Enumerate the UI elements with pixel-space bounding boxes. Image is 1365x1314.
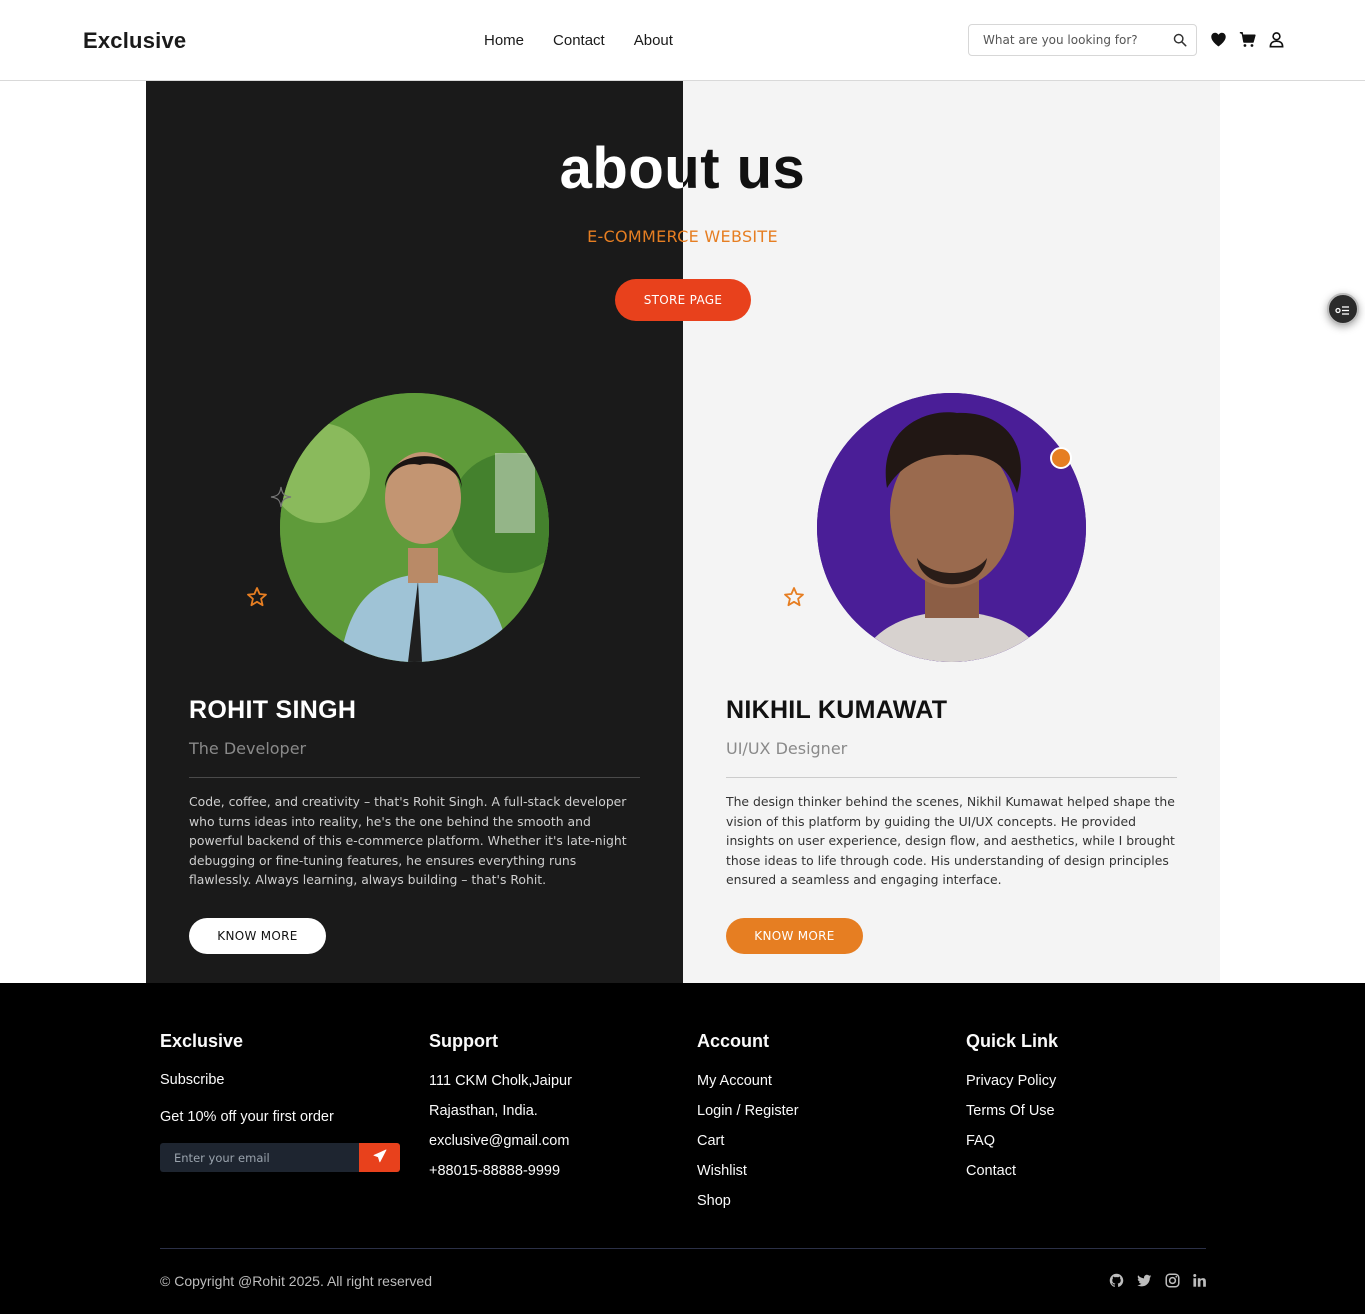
sparkle-icon <box>270 486 292 508</box>
main-nav: Home Contact About <box>484 32 673 49</box>
page-subtitle: E-COMMERCE WEBSITE <box>587 227 778 246</box>
footer-link-wishlist[interactable]: Wishlist <box>697 1162 799 1192</box>
footer-brand-title: Exclusive <box>160 1031 244 1051</box>
decorative-dot <box>1050 447 1072 469</box>
support-region: Rajasthan, India. <box>429 1103 538 1119</box>
footer-link-contact[interactable]: Contact <box>966 1162 1058 1192</box>
instagram-icon[interactable] <box>1165 1273 1180 1288</box>
site-logo[interactable]: Exclusive <box>83 28 186 54</box>
member-role: UI/UX Designer <box>726 739 848 758</box>
linkedin-icon[interactable] <box>1192 1273 1207 1288</box>
know-more-button[interactable]: KNOW MORE <box>189 918 326 954</box>
footer-link-faq[interactable]: FAQ <box>966 1132 1058 1162</box>
footer-support-title: Support <box>429 1031 498 1051</box>
member-bio: The design thinker behind the scenes, Ni… <box>726 794 1175 887</box>
member-divider <box>189 777 640 778</box>
send-icon <box>373 1149 386 1163</box>
nikhil-portrait <box>817 393 1086 662</box>
newsletter-form <box>160 1143 400 1172</box>
footer-account-column: Account My Account Login / Register Cart… <box>697 1031 799 1222</box>
nav-contact-link[interactable]: Contact <box>553 32 605 49</box>
footer-link-terms[interactable]: Terms Of Use <box>966 1102 1058 1132</box>
user-icon[interactable] <box>1268 31 1285 48</box>
footer-support-column: Support 111 CKM Cholk,Jaipur Rajasthan, … <box>429 1031 572 1192</box>
footer-link-privacy[interactable]: Privacy Policy <box>966 1072 1058 1102</box>
subscribe-label: Subscribe <box>160 1072 225 1088</box>
heart-icon[interactable] <box>1210 31 1227 48</box>
search-box <box>968 24 1197 56</box>
member-divider <box>726 777 1177 778</box>
github-icon[interactable] <box>1109 1273 1124 1288</box>
email-field[interactable] <box>160 1143 359 1172</box>
nikhil-photo <box>817 393 1086 662</box>
footer-link-login-register[interactable]: Login / Register <box>697 1102 799 1132</box>
star-icon <box>247 587 267 607</box>
page-title: about us about us <box>0 135 1365 215</box>
site-footer: Exclusive Subscribe Get 10% off your fir… <box>0 983 1365 1314</box>
title-text-light: about us <box>559 136 683 201</box>
footer-link-shop[interactable]: Shop <box>697 1192 799 1222</box>
member-name: ROHIT SINGH <box>189 696 357 724</box>
footer-link-cart[interactable]: Cart <box>697 1132 799 1162</box>
copyright-text: © Copyright @Rohit 2025. All right reser… <box>160 1273 432 1289</box>
member-role: The Developer <box>189 739 307 758</box>
twitter-icon[interactable] <box>1137 1273 1152 1288</box>
footer-account-title: Account <box>697 1031 769 1051</box>
nav-home-link[interactable]: Home <box>484 32 524 49</box>
offer-text: Get 10% off your first order <box>160 1109 334 1125</box>
member-bio: Code, coffee, and creativity – that's Ro… <box>189 794 627 887</box>
member-name: NIKHIL KUMAWAT <box>726 696 948 724</box>
site-header: Exclusive Home Contact About <box>0 0 1365 81</box>
nav-about-link[interactable]: About <box>634 32 673 49</box>
support-email[interactable]: exclusive@gmail.com <box>429 1132 572 1162</box>
rohit-portrait <box>280 393 549 662</box>
footer-divider <box>160 1248 1206 1249</box>
send-button[interactable] <box>359 1143 400 1172</box>
support-address: 111 CKM Cholk,Jaipur <box>429 1073 572 1089</box>
search-icon[interactable] <box>1173 33 1187 47</box>
know-more-button[interactable]: KNOW MORE <box>726 918 863 954</box>
floating-menu-button[interactable] <box>1327 293 1359 325</box>
footer-quicklink-title: Quick Link <box>966 1031 1059 1051</box>
search-input[interactable] <box>969 25 1169 55</box>
rohit-photo <box>280 393 549 662</box>
footer-link-my-account[interactable]: My Account <box>697 1072 799 1102</box>
cart-icon[interactable] <box>1239 31 1256 48</box>
star-icon <box>784 587 804 607</box>
support-phone[interactable]: +88015-88888-9999 <box>429 1162 572 1192</box>
store-page-button[interactable]: STORE PAGE <box>615 279 751 321</box>
footer-quicklink-column: Quick Link Privacy Policy Terms Of Use F… <box>966 1031 1058 1192</box>
footer-brand-column: Exclusive Subscribe Get 10% off your fir… <box>160 1031 334 1125</box>
title-text-dark: about us <box>683 136 806 201</box>
list-icon <box>1335 306 1349 315</box>
